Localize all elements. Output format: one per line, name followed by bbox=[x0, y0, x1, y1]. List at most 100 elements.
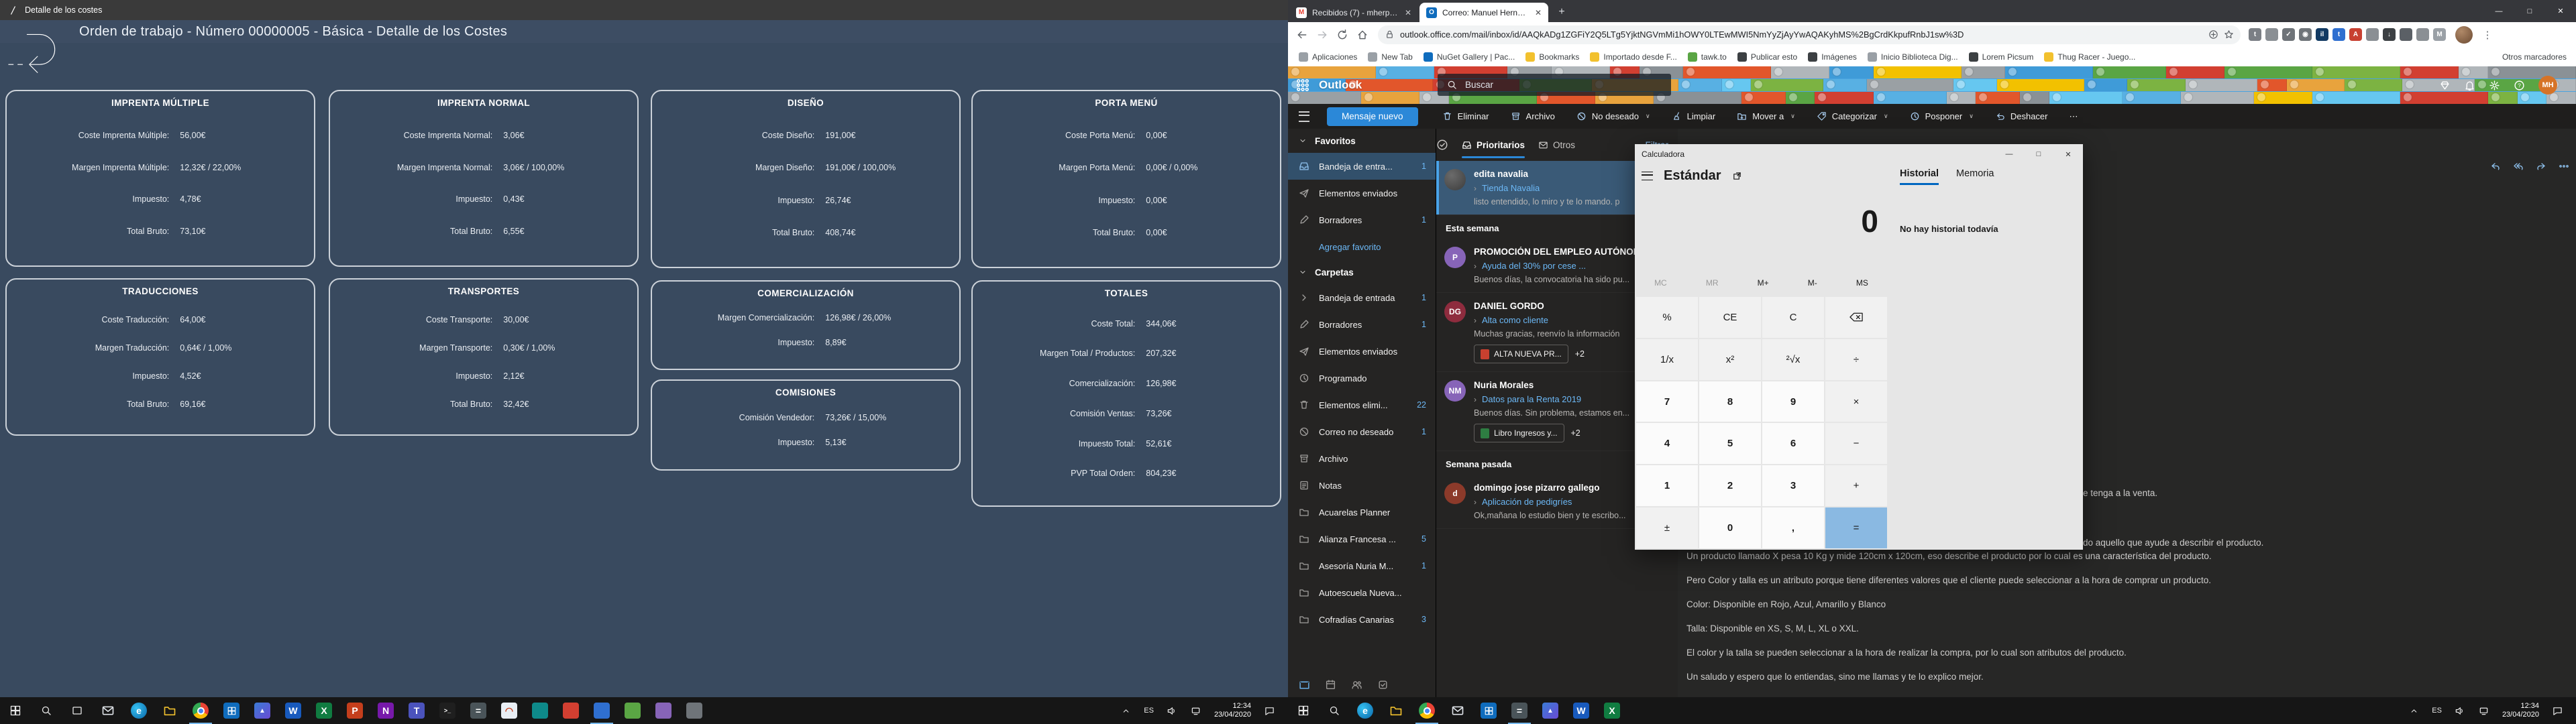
sidebar-item-autoescuela-nueva-[interactable]: Autoescuela Nueva... bbox=[1288, 579, 1436, 606]
calc-key-7[interactable]: 7 bbox=[1636, 381, 1698, 422]
sidebar-item-bandeja-de-entra-[interactable]: Bandeja de entra...1 bbox=[1288, 153, 1436, 180]
calc-key-5[interactable]: 5 bbox=[1699, 423, 1761, 464]
sidebar-item-cofrad-as-canarias[interactable]: Cofradías Canarias3 bbox=[1288, 606, 1436, 633]
network-icon[interactable] bbox=[2473, 706, 2496, 716]
bookmark-item[interactable]: Thug Racer - Juego... bbox=[2044, 52, 2135, 62]
new-message-button[interactable]: Mensaje nuevo bbox=[1327, 107, 1418, 126]
expand-chevron-icon[interactable]: › bbox=[1474, 316, 1477, 325]
sidebar-item-elementos-enviados[interactable]: Elementos enviados bbox=[1288, 338, 1436, 365]
taskbar-app-icon-photos[interactable]: ▲ bbox=[1535, 697, 1566, 724]
forward-icon[interactable] bbox=[1316, 29, 1328, 41]
taskbar-app-icon-calculator[interactable]: = bbox=[1504, 697, 1535, 724]
calc-key-+[interactable]: + bbox=[1825, 465, 1887, 506]
calc-key-,[interactable]: , bbox=[1762, 507, 1824, 548]
taskbar-app-icon-app-purple[interactable] bbox=[648, 697, 679, 724]
toolbar-categorizar[interactable]: Categorizar∨ bbox=[1817, 111, 1888, 121]
calc-key-8[interactable]: 8 bbox=[1699, 381, 1761, 422]
reply-all-icon[interactable] bbox=[2513, 161, 2524, 172]
bookmark-item[interactable]: tawk.to bbox=[1688, 52, 1727, 62]
mail-module-icon[interactable] bbox=[1299, 679, 1310, 690]
memory-key-mc[interactable]: MC bbox=[1654, 278, 1667, 288]
calc-tab-historial[interactable]: Historial bbox=[1900, 168, 1939, 185]
help-icon[interactable]: ? bbox=[2514, 80, 2525, 91]
notification-center-button[interactable] bbox=[2546, 706, 2569, 716]
taskbar-app-icon-word[interactable]: W bbox=[278, 697, 309, 724]
sidebar-item-elementos-enviados[interactable]: Elementos enviados bbox=[1288, 180, 1436, 206]
toolbar-no-deseado[interactable]: No deseado∨ bbox=[1576, 111, 1650, 121]
memory-key-ms[interactable]: MS bbox=[1856, 278, 1868, 288]
taskbar-app-icon-teams[interactable]: T bbox=[401, 697, 432, 724]
calc-key-±[interactable]: ± bbox=[1636, 507, 1698, 548]
tab-otros[interactable]: Otros bbox=[1538, 129, 1575, 161]
attachment-more-count[interactable]: +2 bbox=[1575, 349, 1585, 359]
calc-key-1/x[interactable]: 1/x bbox=[1636, 339, 1698, 380]
premium-diamond-icon[interactable] bbox=[2439, 80, 2451, 91]
expand-chevron-icon[interactable]: › bbox=[1474, 395, 1477, 404]
extension-icon[interactable] bbox=[2416, 28, 2429, 41]
calc-key-÷[interactable]: ÷ bbox=[1825, 339, 1887, 380]
sidebar-item-borradores[interactable]: Borradores1 bbox=[1288, 311, 1436, 338]
minimize-button[interactable]: — bbox=[2483, 0, 2514, 22]
outlook-search-box[interactable] bbox=[1438, 74, 1671, 96]
new-tab-button[interactable]: + bbox=[1552, 3, 1571, 21]
memory-key-m-[interactable]: M- bbox=[1808, 278, 1817, 288]
browser-profile-avatar[interactable] bbox=[2455, 26, 2473, 44]
taskbar-search-button[interactable] bbox=[1319, 697, 1350, 724]
calc-key-CE[interactable]: CE bbox=[1699, 297, 1761, 338]
calc-key-%[interactable]: % bbox=[1636, 297, 1698, 338]
bookmark-item[interactable]: NuGet Gallery | Pac... bbox=[1424, 52, 1515, 62]
sidebar-item-notas[interactable]: Notas bbox=[1288, 472, 1436, 499]
taskbar-clock[interactable]: 12:3423/04/2020 bbox=[2497, 702, 2544, 719]
browser-tab[interactable]: OCorreo: Manuel Hernández Pérez✕ bbox=[1419, 3, 1548, 22]
sidebar-item-bandeja-de-entrada[interactable]: Bandeja de entrada1 bbox=[1288, 284, 1436, 311]
app-launcher-icon[interactable] bbox=[1296, 78, 1309, 92]
sidebar-item-agregar-favorito[interactable]: Agregar favorito bbox=[1288, 233, 1436, 260]
sidebar-item-asesor-a-nuria-m-[interactable]: Asesoría Nuria M...1 bbox=[1288, 552, 1436, 579]
taskbar-app-icon-store[interactable] bbox=[216, 697, 247, 724]
taskbar-clock[interactable]: 12:3423/04/2020 bbox=[1209, 702, 1256, 719]
start-button[interactable] bbox=[1288, 697, 1319, 724]
network-icon[interactable] bbox=[1185, 706, 1208, 716]
home-icon[interactable] bbox=[1356, 29, 1368, 41]
tray-expand-button[interactable] bbox=[2402, 707, 2425, 715]
close-button[interactable]: ✕ bbox=[2545, 0, 2576, 22]
calculator-minimize-button[interactable]: — bbox=[1994, 144, 2024, 164]
taskbar-app-icon-mail[interactable] bbox=[93, 697, 123, 724]
calc-key-0[interactable]: 0 bbox=[1699, 507, 1761, 548]
sidebar-item-programado[interactable]: Programado bbox=[1288, 365, 1436, 391]
calc-key-1[interactable]: 1 bbox=[1636, 465, 1698, 506]
calc-key-2[interactable]: 2 bbox=[1699, 465, 1761, 506]
toolbar-eliminar[interactable]: Eliminar bbox=[1442, 111, 1489, 121]
taskbar-app-icon-folder[interactable] bbox=[154, 697, 185, 724]
back-arrow-button[interactable] bbox=[4, 24, 62, 82]
gear-icon[interactable] bbox=[2489, 80, 2500, 91]
more-options-icon[interactable] bbox=[2559, 161, 2569, 172]
sidebar-item-borradores[interactable]: Borradores1 bbox=[1288, 206, 1436, 233]
toolbar-more-options[interactable]: ⋯ bbox=[2069, 111, 2079, 122]
sidebar-item-correo-no-deseado[interactable]: Correo no deseado1 bbox=[1288, 418, 1436, 445]
taskbar-app-icon-excel[interactable]: X bbox=[309, 697, 339, 724]
bookmark-item[interactable]: Inicio Biblioteca Dig... bbox=[1868, 52, 1958, 62]
browser-tab[interactable]: MRecibidos (7) - mherperu@gmail...✕ bbox=[1289, 3, 1418, 22]
memory-key-m+[interactable]: M+ bbox=[1758, 278, 1769, 288]
taskbar-app-icon-mail[interactable] bbox=[1442, 697, 1473, 724]
sidebar-item-alianza-francesa-[interactable]: Alianza Francesa ...5 bbox=[1288, 526, 1436, 552]
taskbar-app-icon-edge[interactable]: e bbox=[123, 697, 154, 724]
sidebar-item-acuarelas-planner[interactable]: Acuarelas Planner bbox=[1288, 499, 1436, 526]
toolbar-limpiar[interactable]: Limpiar bbox=[1672, 111, 1716, 121]
outlook-search-input[interactable] bbox=[1464, 79, 1641, 90]
bookmark-item[interactable]: Aplicaciones bbox=[1299, 52, 1357, 62]
extension-icon[interactable]: t bbox=[2332, 28, 2345, 41]
expand-chevron-icon[interactable]: › bbox=[1474, 497, 1477, 507]
taskbar-app-icon-onenote[interactable]: N bbox=[370, 697, 401, 724]
send-to-device-icon[interactable] bbox=[2208, 29, 2218, 40]
volume-icon[interactable] bbox=[2449, 706, 2471, 716]
calculator-maximize-button[interactable]: □ bbox=[2024, 144, 2053, 164]
people-module-icon[interactable] bbox=[1351, 679, 1362, 690]
tab-close-icon[interactable]: ✕ bbox=[1405, 8, 1411, 17]
extension-icon[interactable]: ↓ bbox=[2383, 28, 2396, 41]
url-text[interactable]: outlook.office.com/mail/inbox/id/AAQkADg… bbox=[1400, 29, 2203, 40]
taskbar-app-icon-word[interactable]: W bbox=[1566, 697, 1597, 724]
keep-on-top-icon[interactable] bbox=[1732, 171, 1742, 181]
expand-chevron-icon[interactable]: › bbox=[1474, 184, 1477, 193]
